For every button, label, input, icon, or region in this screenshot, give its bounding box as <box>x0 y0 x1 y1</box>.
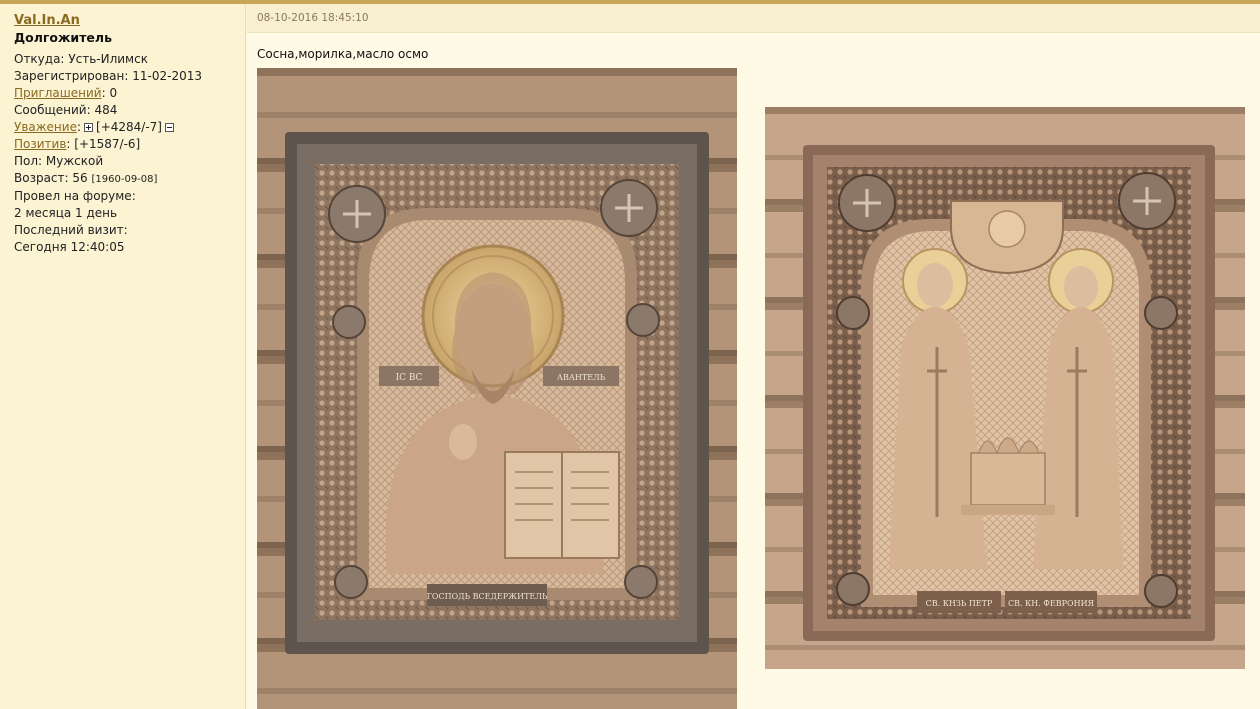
posts-value: 484 <box>94 103 118 117</box>
post-content: 08-10-2016 18:45:10 Сосна,морилка,масло … <box>247 4 1260 709</box>
icon1-right-inscription: АВАНТЕЛЬ <box>557 373 606 382</box>
post-image-christ-icon[interactable]: ІС ВС АВАНТЕЛЬ ГОСПОДЬ ВСЕДЕРЖИТЕЛЬ <box>257 68 737 709</box>
respect-minus-icon[interactable] <box>164 123 174 132</box>
posts-label: Сообщений: <box>14 103 91 117</box>
registered-row: Зарегистрирован: 11-02-2013 <box>14 68 231 85</box>
gender-value: Мужской <box>45 154 104 168</box>
post-text: Сосна,морилка,масло осмо <box>257 47 429 61</box>
post-image-peter-fevronia-icon[interactable]: СВ. КНЗЬ ПЕТР СВ. КН. ФЕВРОНИЯ <box>765 107 1245 669</box>
icon1-caption: ГОСПОДЬ ВСЕДЕРЖИТЕЛЬ <box>427 592 548 601</box>
birthdate-value: [1960-09-08] <box>91 174 158 185</box>
last-visit-label: Последний визит: <box>14 223 128 237</box>
post-header: 08-10-2016 18:45:10 <box>247 4 1260 33</box>
icon1-left-inscription: ІС ВС <box>396 373 423 383</box>
location-value: Усть-Илимск <box>68 52 148 66</box>
respect-link[interactable]: Уважение <box>14 120 77 134</box>
posts-row: Сообщений: 484 <box>14 102 231 119</box>
user-rank: Долгожитель <box>14 30 112 45</box>
post-timestamp: 08-10-2016 18:45:10 <box>257 12 369 24</box>
invites-row: Приглашений: 0 <box>14 86 118 100</box>
icon2-caption-right: СВ. КН. ФЕВРОНИЯ <box>1008 599 1095 608</box>
respect-plus-icon[interactable] <box>84 123 94 132</box>
gender-label: Пол: <box>14 154 43 168</box>
age-value: 56 <box>72 171 88 185</box>
last-visit-value: Сегодня 12:40:05 <box>14 240 125 254</box>
icon2-caption-left: СВ. КНЗЬ ПЕТР <box>926 599 993 608</box>
positive-link[interactable]: Позитив <box>14 137 66 151</box>
forum-time-label: Провел на форуме: <box>14 189 136 203</box>
registered-value: 11-02-2013 <box>132 69 203 83</box>
positive-row: Позитив: [+1587/-6] <box>14 137 141 151</box>
user-profile-sidebar: Val.In.An Долгожитель Откуда: Усть-Илимс… <box>0 4 246 709</box>
positive-value: [+1587/-6] <box>74 137 141 151</box>
registered-label: Зарегистрирован: <box>14 69 129 83</box>
location-row: Откуда: Усть-Илимск <box>14 51 231 68</box>
invites-link[interactable]: Приглашений <box>14 86 102 100</box>
username-link[interactable]: Val.In.An <box>14 13 231 28</box>
invites-value: 0 <box>109 86 118 100</box>
respect-value: [+4284/-7] <box>96 120 162 134</box>
location-label: Откуда: <box>14 52 65 66</box>
gender-row: Пол: Мужской <box>14 153 231 170</box>
age-row: Возраст: 56 [1960-09-08] <box>14 170 231 188</box>
forum-time-value: 2 месяца 1 день <box>14 206 118 220</box>
age-label: Возраст: <box>14 171 69 185</box>
respect-row: Уважение: [+4284/-7] <box>14 119 231 136</box>
